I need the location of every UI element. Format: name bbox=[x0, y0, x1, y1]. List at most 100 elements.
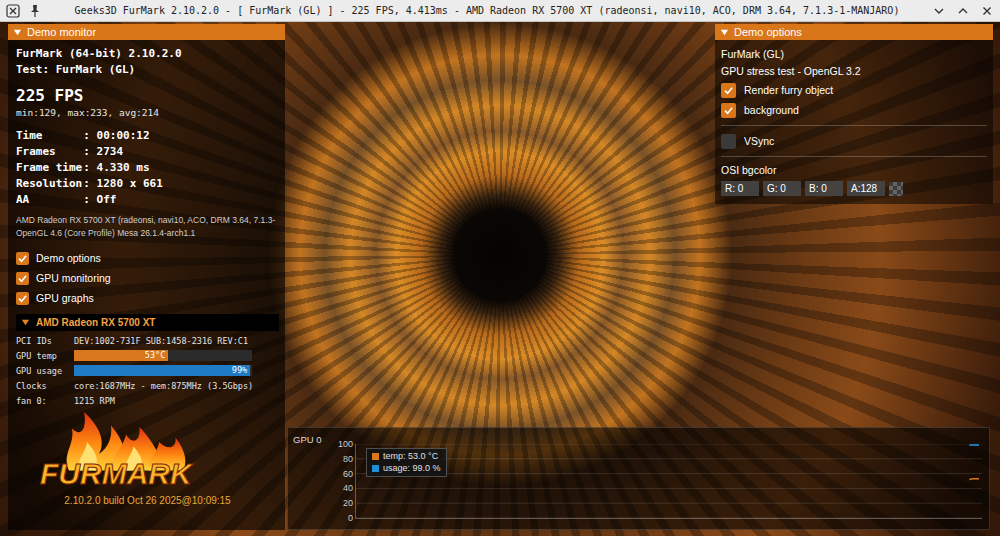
meter-reading: 99% bbox=[232, 365, 247, 376]
app-icon[interactable] bbox=[6, 4, 20, 18]
color-channel-field[interactable]: A:128 bbox=[847, 181, 885, 196]
legend-label: temp: 53.0 °C bbox=[383, 451, 438, 462]
checkbox-label: GPU graphs bbox=[36, 292, 94, 304]
panel-title: Demo monitor bbox=[27, 26, 96, 38]
checkbox[interactable] bbox=[721, 103, 736, 118]
grid-line bbox=[356, 473, 982, 474]
demo-options-panel: Demo optionsFurMark (GL)GPU stress test … bbox=[715, 24, 993, 204]
gpu-row: GPU temp53°C bbox=[16, 348, 279, 363]
gpu-row: GPU usage99% bbox=[16, 363, 279, 378]
gpu-meter: 53°C bbox=[74, 350, 252, 361]
y-tick-label: 100 bbox=[338, 439, 353, 449]
maximize-chevron-icon[interactable] bbox=[956, 4, 970, 18]
checkmark-icon bbox=[17, 293, 28, 304]
gpu-row-value: DEV:1002-731F SUB:1458-2316 REV:C1 bbox=[74, 336, 279, 346]
checkbox-row[interactable]: VSync bbox=[721, 131, 987, 151]
checkbox-label: GPU monitoring bbox=[36, 272, 111, 284]
app-version: FurMark (64-bit) 2.10.2.0 bbox=[16, 46, 279, 62]
checkbox-row[interactable]: background bbox=[721, 100, 987, 120]
legend-label: usage: 99.0 % bbox=[383, 463, 441, 474]
checkbox[interactable] bbox=[16, 272, 29, 285]
line-chart bbox=[356, 444, 982, 518]
checkbox-label: Demo options bbox=[36, 252, 101, 264]
window-title: Geeks3D FurMark 2.10.2.0 - [ FurMark (GL… bbox=[42, 5, 932, 16]
checkbox-row[interactable]: Demo options bbox=[16, 248, 279, 268]
series-line bbox=[969, 444, 979, 446]
stat-value: : 2734 bbox=[83, 144, 279, 160]
stat-label: Frame time bbox=[16, 160, 83, 176]
checkmark-icon bbox=[723, 85, 734, 96]
gpu-meter: 99% bbox=[74, 365, 252, 376]
legend-swatch bbox=[372, 465, 379, 472]
options-body: FurMark (GL)GPU stress test - OpenGL 3.2… bbox=[715, 40, 993, 196]
checkbox[interactable] bbox=[721, 134, 736, 149]
checkbox-row[interactable]: GPU graphs bbox=[16, 288, 279, 308]
y-tick-label: 20 bbox=[343, 498, 353, 508]
title-bar-left bbox=[6, 4, 42, 18]
checkbox-row[interactable]: Render furry object bbox=[721, 80, 987, 100]
checkbox-label: VSync bbox=[744, 135, 774, 147]
minimize-chevron-icon[interactable] bbox=[932, 4, 946, 18]
demo-description: GPU stress test - OpenGL 3.2 bbox=[721, 63, 987, 80]
stat-label: AA bbox=[16, 192, 83, 208]
close-icon[interactable] bbox=[980, 4, 994, 18]
window-controls bbox=[932, 4, 994, 18]
gpu-section-header[interactable]: AMD Radeon RX 5700 XT bbox=[16, 314, 279, 331]
y-tick-label: 0 bbox=[348, 513, 353, 523]
color-channel-field[interactable]: R: 0 bbox=[721, 181, 759, 196]
build-info: 2.10.2.0 build Oct 26 2025@10:09:15 bbox=[16, 494, 279, 508]
y-tick-label: 60 bbox=[343, 469, 353, 479]
gpu-row: Clockscore:1687MHz - mem:875MHz (3.5Gbps… bbox=[16, 378, 279, 393]
swatch-color bbox=[889, 182, 903, 196]
graph-title: GPU 0 bbox=[293, 434, 333, 446]
checkmark-icon bbox=[17, 273, 28, 284]
plot-area: temp: 53.0 °Cusage: 99.0 % bbox=[355, 444, 982, 519]
fps-stats: min:129, max:233, avg:214 bbox=[16, 106, 279, 120]
grid-line bbox=[356, 444, 982, 445]
render-view: Demo monitor FurMark (64-bit) 2.10.2.0Tes… bbox=[0, 22, 1000, 536]
gpu-row-label: fan 0: bbox=[16, 396, 74, 406]
gpu-row-value: 1215 RPM bbox=[74, 396, 279, 406]
collapse-triangle-icon[interactable] bbox=[21, 318, 30, 327]
checkbox[interactable] bbox=[16, 252, 29, 265]
legend-swatch bbox=[372, 453, 379, 460]
panel-header[interactable]: Demo monitor bbox=[8, 24, 285, 40]
furmark-window: Geeks3D FurMark 2.10.2.0 - [ FurMark (GL… bbox=[0, 0, 1000, 536]
grid-line bbox=[356, 488, 982, 489]
collapse-triangle-icon[interactable] bbox=[13, 28, 22, 37]
panel-header[interactable]: Demo options bbox=[715, 24, 993, 40]
logo-text: FURMARK bbox=[40, 458, 192, 490]
y-axis: 100806040200 bbox=[333, 444, 353, 518]
color-channel-field[interactable]: B: 0 bbox=[805, 181, 843, 196]
meter-reading: 53°C bbox=[145, 350, 165, 361]
grid-line bbox=[356, 458, 982, 459]
monitor-body: FurMark (64-bit) 2.10.2.0Test: FurMark (… bbox=[8, 40, 285, 508]
checkbox-label: background bbox=[744, 104, 799, 116]
checkbox-row[interactable]: GPU monitoring bbox=[16, 268, 279, 288]
pin-icon[interactable] bbox=[28, 4, 42, 18]
y-tick-label: 80 bbox=[343, 454, 353, 464]
stat-label: Resolution bbox=[16, 176, 83, 192]
color-swatch[interactable] bbox=[889, 182, 903, 196]
bgcolor-label: OSI bgcolor bbox=[721, 162, 987, 179]
test-name: Test: FurMark (GL) bbox=[16, 62, 279, 78]
fps-value: 225 FPS bbox=[16, 86, 279, 106]
color-channel-field[interactable]: G: 0 bbox=[763, 181, 801, 196]
gpu-row-value: core:1687MHz - mem:875MHz (3.5Gbps) bbox=[74, 381, 279, 391]
renderer-info: AMD Radeon RX 5700 XT (radeonsi, navi10,… bbox=[16, 214, 279, 227]
furmark-logo: FURMARK bbox=[32, 412, 222, 490]
checkbox-label: Render furry object bbox=[744, 84, 833, 96]
checkbox[interactable] bbox=[16, 292, 29, 305]
grid-line bbox=[356, 503, 982, 504]
meter-fill bbox=[74, 365, 250, 376]
legend-item: temp: 53.0 °C bbox=[372, 451, 441, 462]
demo-monitor-panel: Demo monitor FurMark (64-bit) 2.10.2.0Tes… bbox=[8, 24, 285, 530]
legend-item: usage: 99.0 % bbox=[372, 463, 441, 474]
checkbox[interactable] bbox=[721, 83, 736, 98]
gpu-row: PCI IDsDEV:1002-731F SUB:1458-2316 REV:C… bbox=[16, 333, 279, 348]
collapse-triangle-icon[interactable] bbox=[720, 28, 729, 37]
checkmark-icon bbox=[17, 253, 28, 264]
grid-line bbox=[356, 518, 982, 519]
stat-label: Time bbox=[16, 128, 83, 144]
stat-value: : 1280 x 661 bbox=[83, 176, 279, 192]
